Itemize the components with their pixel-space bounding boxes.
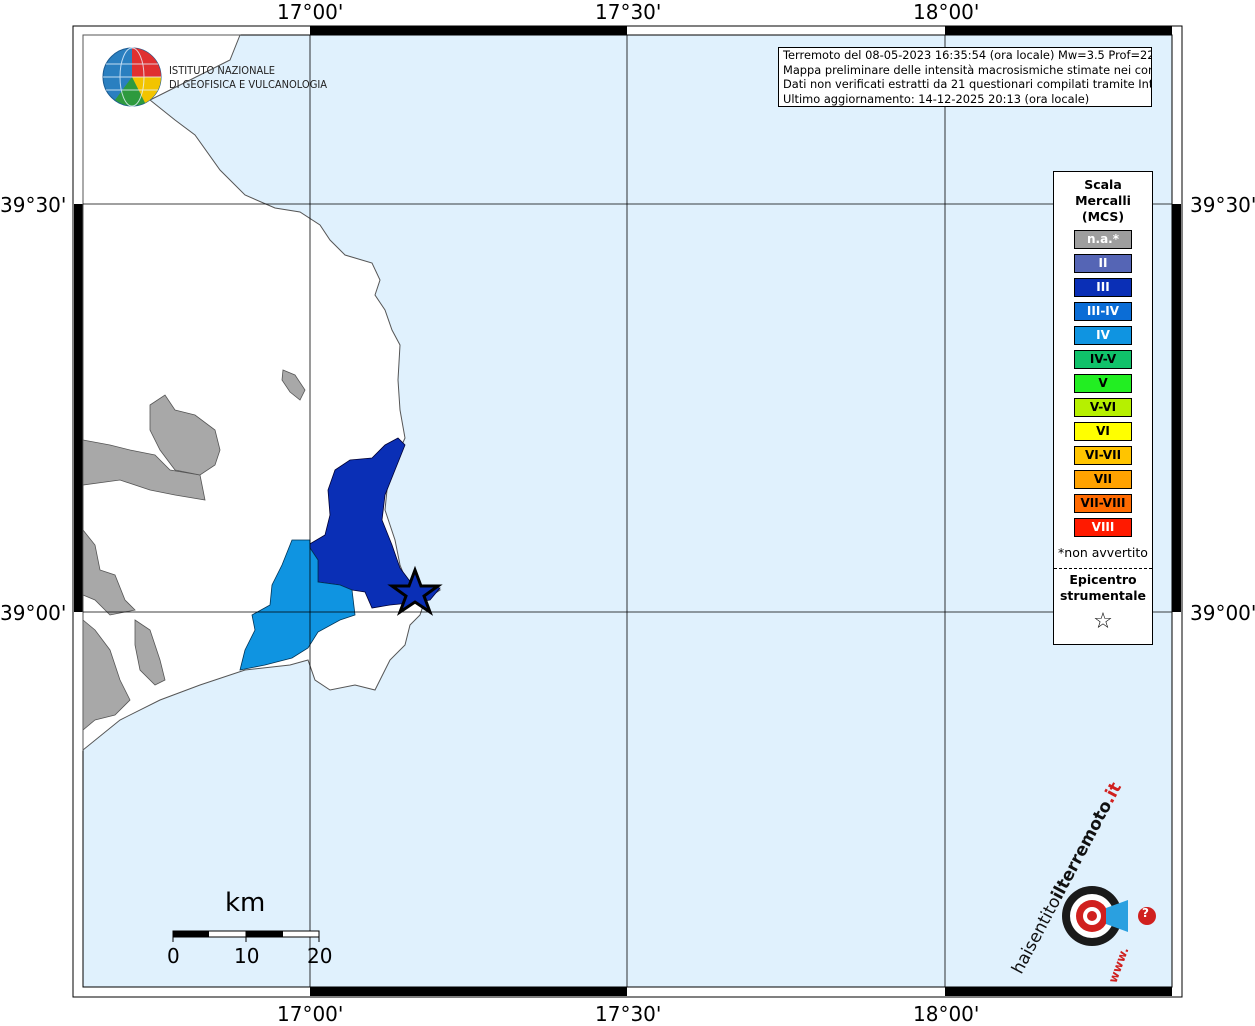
legend-swatch: VI [1074,422,1132,441]
legend-title: Scala Mercalli (MCS) [1054,177,1152,225]
legend-epicenter-line2: strumentale [1059,588,1147,603]
legend-separator [1054,568,1152,569]
legend-swatch: V-VI [1074,398,1132,417]
legend-swatch: VIII [1074,518,1132,537]
legend-swatch: II [1074,254,1132,273]
earthquake-info-box: Terremoto del 08-05-2023 16:35:54 (ora l… [778,47,1152,107]
legend-epicenter-label: Epicentro strumentale [1054,572,1152,604]
lon-label-top-18-00: 18°00' [913,0,980,24]
scale-tick-10: 10 [234,944,260,968]
institute-line2: DI GEOFISICA E VULCANOLOGIA [169,78,328,91]
legend-title-line1: Scala [1084,177,1122,192]
legend-title-line2: Mercalli [1075,193,1131,208]
legend-swatch: IV [1074,326,1132,345]
lat-label-left-39-30: 39°30' [0,193,67,217]
info-line4: Ultimo aggiornamento: 14-12-2025 20:13 (… [783,91,1090,106]
scale-unit: km [225,888,266,918]
lat-label-right-39-30: 39°30' [1190,193,1255,217]
legend-swatch: VI-VII [1074,446,1132,465]
legend-note: *non avvertito [1058,545,1148,560]
legend-star-icon: ☆ [1093,609,1113,634]
lon-label-bottom-18-00: 18°00' [913,1002,980,1026]
legend-swatch: IV-V [1074,350,1132,369]
lon-label-bottom-17-30: 17°30' [595,1002,662,1026]
legend-title-line3: (MCS) [1081,209,1125,224]
lat-label-left-39-00: 39°00' [0,601,67,625]
scale-tick-0: 0 [167,944,180,968]
lat-label-right-39-00: 39°00' [1190,601,1255,625]
legend-swatch: V [1074,374,1132,393]
legend-swatch: VII [1074,470,1132,489]
legend-swatch: III [1074,278,1132,297]
info-line2: Mappa preliminare delle intensità macros… [783,62,1152,77]
legend-swatch: n.a.* [1074,230,1132,249]
lon-label-bottom-17-00: 17°00' [277,1002,344,1026]
ingv-logo-icon [102,47,162,107]
info-line3: Dati non verificati estratti da 21 quest… [783,77,1152,91]
lon-label-top-17-30: 17°30' [595,0,662,24]
brand-question: ? [1142,906,1149,920]
institute-line1: ISTITUTO NAZIONALE [169,64,276,77]
scale-tick-20: 20 [307,944,333,968]
legend-epicenter-line1: Epicentro [1069,572,1137,587]
institute-name: ISTITUTO NAZIONALE DI GEOFISICA E VULCAN… [169,64,327,92]
legend-swatch: III-IV [1074,302,1132,321]
brand-text: haisentitoilterremoto.it www. ? [1008,779,1168,984]
lon-label-top-17-00: 17°00' [277,0,344,24]
legend-swatch: VII-VIII [1074,494,1132,513]
mcs-legend: Scala Mercalli (MCS) n.a.* II III III-IV IV I… [1053,171,1153,645]
info-line1: Terremoto del 08-05-2023 16:35:54 (ora l… [783,48,1152,62]
